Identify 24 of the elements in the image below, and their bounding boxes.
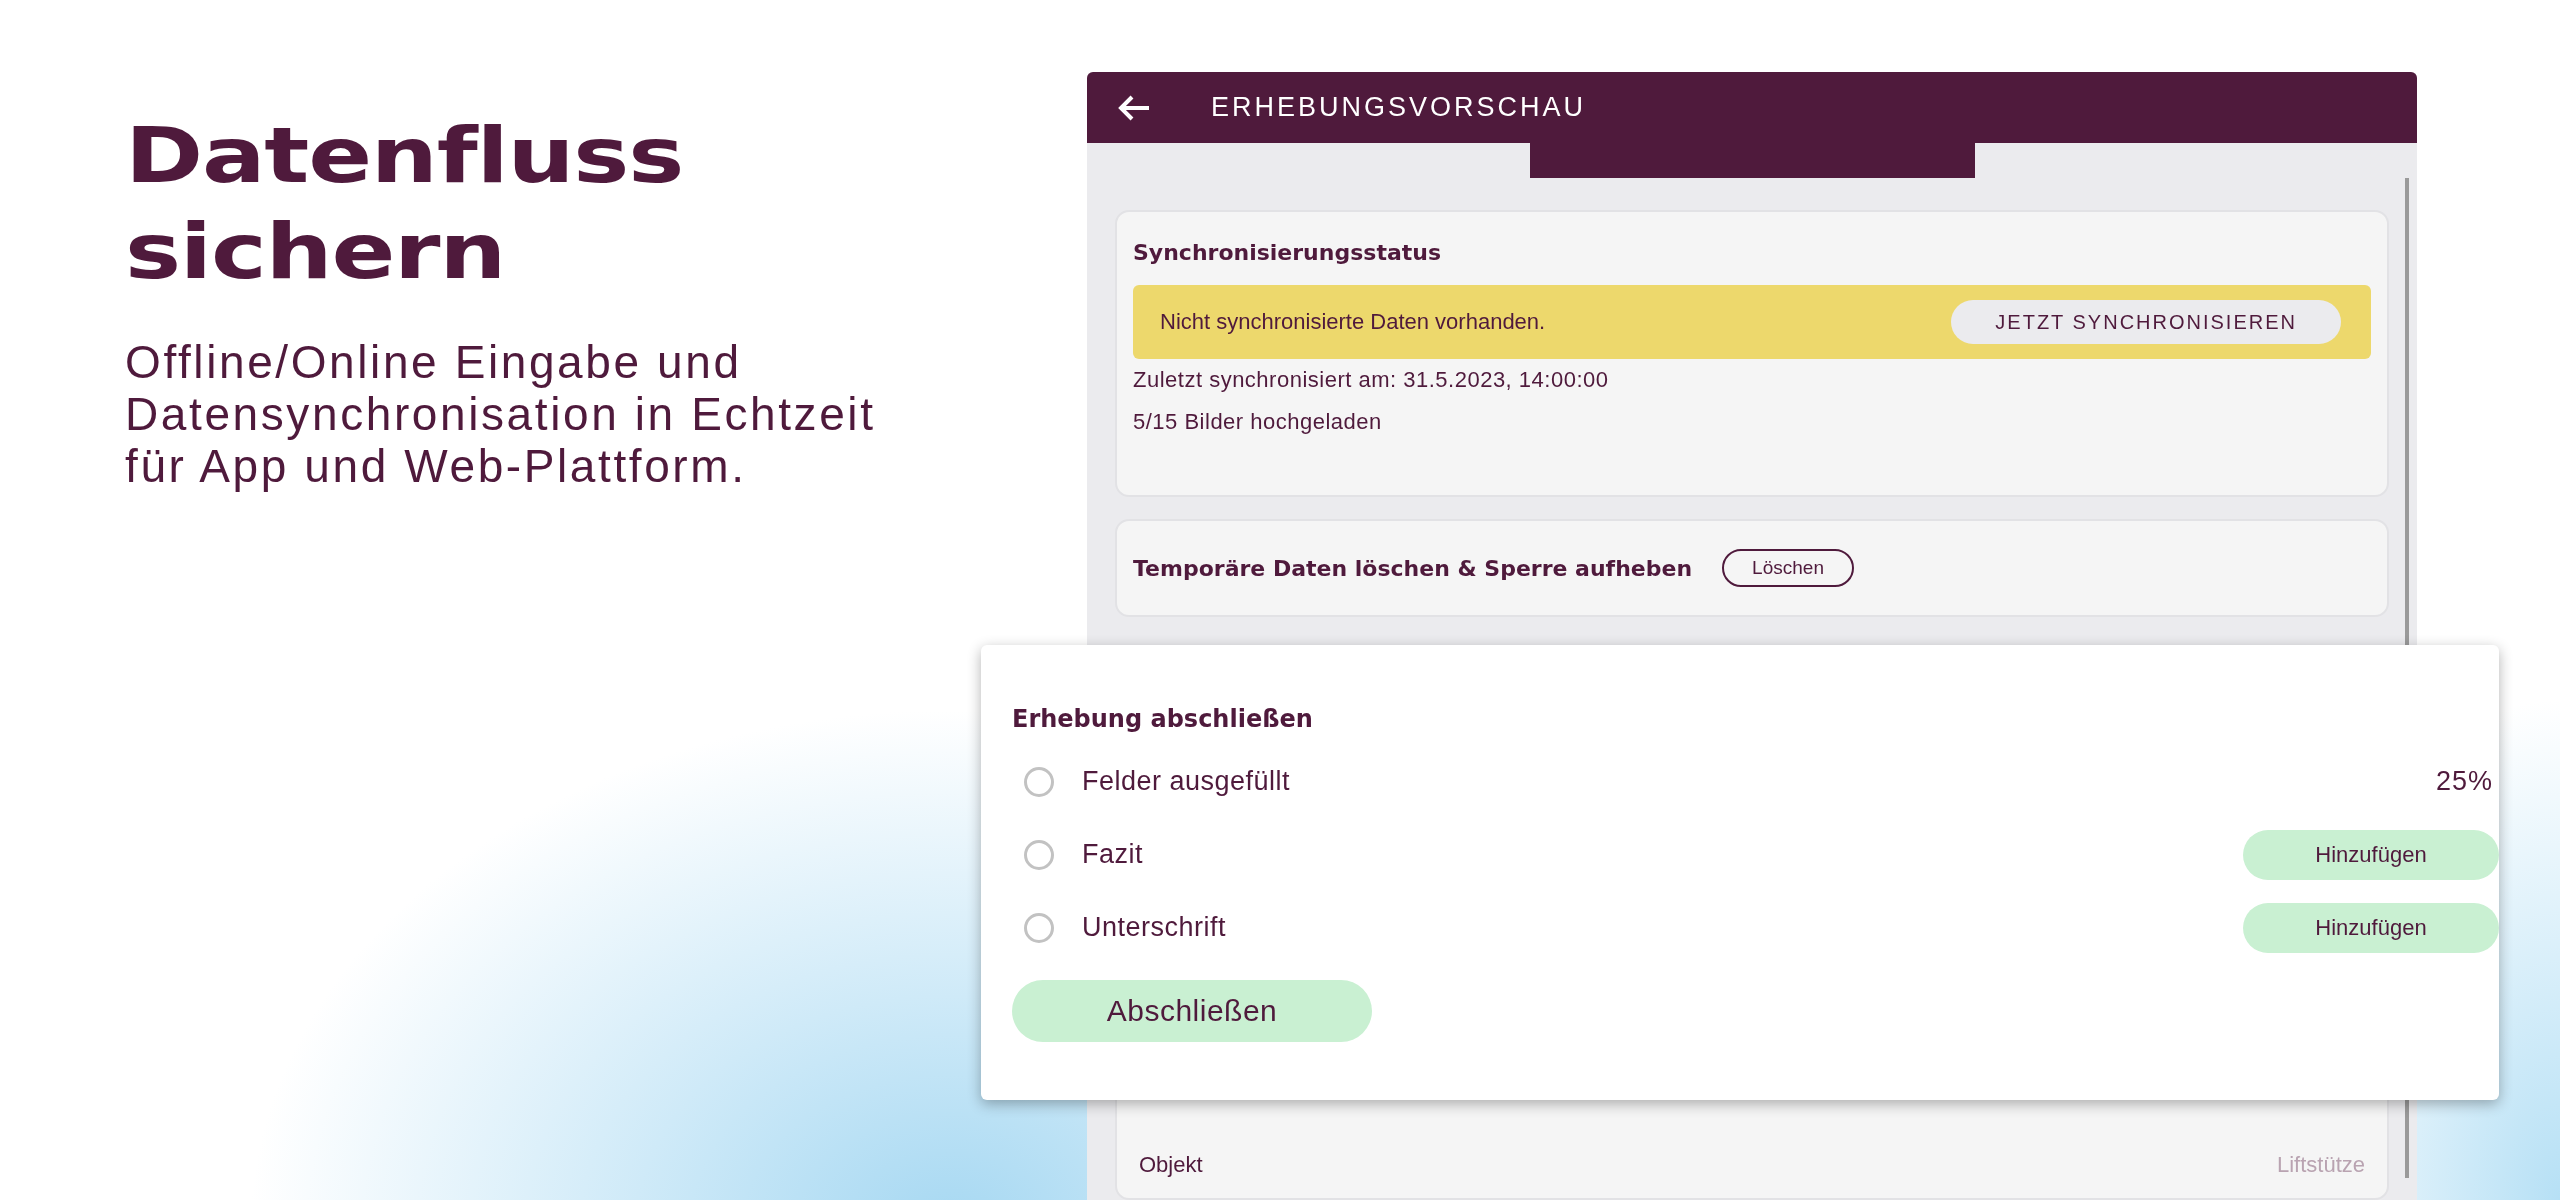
checklist-label: Felder ausgefüllt	[1082, 766, 1292, 797]
screen-title: ERHEBUNGSVORSCHAU	[1211, 92, 1587, 123]
dialog-title: Erhebung abschließen	[1012, 705, 1314, 733]
finish-button[interactable]: Abschließen	[1012, 980, 1372, 1042]
add-button[interactable]: Hinzufügen	[2243, 902, 2499, 953]
card-title: Synchronisierungsstatus	[1133, 240, 1443, 265]
sync-button[interactable]: JETZT SYNCHRONISIEREN	[1951, 300, 2341, 344]
subtitle: Offline/Online Eingabe und Datensynchronisation in Echtzeit für App und Web-Plattform.	[125, 336, 876, 492]
headline: Datenfluss sichern	[125, 110, 684, 298]
field-label: Objekt	[1139, 1152, 1203, 1178]
banner-text: Nicht synchronisierte Daten vorhanden.	[1160, 309, 1546, 335]
checklist-label: Fazit	[1082, 839, 1144, 870]
upload-count-text: 5/15 Bilder hochgeladen	[1133, 409, 1383, 435]
percent-value: 25%	[2435, 766, 2493, 797]
delete-button[interactable]: Löschen	[1722, 549, 1854, 587]
checklist-label: Unterschrift	[1082, 912, 1228, 943]
last-sync-text: Zuletzt synchronisiert am: 31.5.2023, 14:00:00	[1133, 367, 1610, 393]
add-button[interactable]: Hinzufügen	[2243, 829, 2499, 880]
radio-circle[interactable]	[1024, 766, 1054, 797]
field-value: Liftstütze	[2276, 1152, 2365, 1178]
back-icon[interactable]	[1117, 93, 1151, 122]
radio-circle[interactable]	[1024, 839, 1054, 870]
card-title: Temporäre Daten löschen & Sperre aufheben	[1133, 555, 1693, 581]
radio-circle[interactable]	[1024, 912, 1054, 943]
